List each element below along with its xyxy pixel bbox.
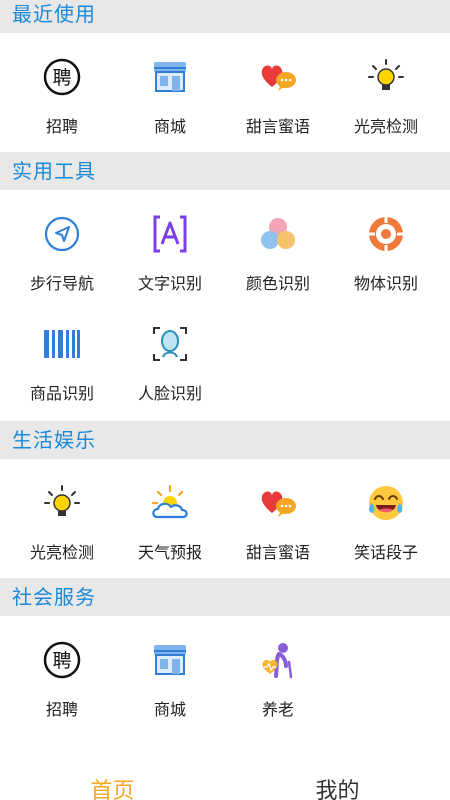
barcode-icon	[40, 322, 84, 366]
tile-joke[interactable]: 笑话段子	[330, 459, 442, 569]
tile-light-detect[interactable]: 光亮检测	[6, 459, 118, 569]
section-header-life: 生活娱乐	[0, 421, 450, 459]
sweet-talk-icon	[256, 55, 300, 99]
tile-label: 笑话段子	[353, 543, 418, 562]
tile-light-detect[interactable]: 光亮检测	[330, 33, 442, 143]
tile-label: 甜言蜜语	[245, 543, 310, 562]
text-recognition-icon	[148, 212, 192, 256]
recruit-icon: 聘	[40, 55, 84, 99]
tile-barcode[interactable]: 商品识别	[6, 300, 118, 410]
tile-weather[interactable]: 天气预报	[114, 459, 226, 569]
elderly-care-icon	[256, 638, 300, 682]
light-detect-icon	[40, 481, 84, 525]
tile-label: 光亮检测	[353, 117, 418, 136]
bottom-tab-bar: 首页 我的	[0, 768, 450, 800]
section-header-social: 社会服务	[0, 578, 450, 616]
recruit-icon: 聘	[40, 638, 84, 682]
tile-label: 物体识别	[353, 274, 418, 293]
section-header-recent: 最近使用	[0, 0, 450, 33]
tile-label: 商城	[153, 700, 186, 719]
tile-label: 招聘	[45, 700, 78, 719]
tile-navigation[interactable]: 步行导航	[6, 190, 118, 300]
tile-text-recognition[interactable]: 文字识别	[114, 190, 226, 300]
tile-label: 步行导航	[29, 274, 94, 293]
tile-label: 光亮检测	[29, 543, 94, 562]
tile-store[interactable]: 商城	[114, 616, 226, 726]
tile-sweet-talk[interactable]: 甜言蜜语	[222, 459, 334, 569]
tile-sweet-talk[interactable]: 甜言蜜语	[222, 33, 334, 143]
tile-store[interactable]: 商城	[114, 33, 226, 143]
color-recognition-icon	[256, 212, 300, 256]
tile-object-recognition[interactable]: 物体识别	[330, 190, 442, 300]
tile-face-recognition[interactable]: 人脸识别	[114, 300, 226, 410]
tile-label: 颜色识别	[245, 274, 310, 293]
tile-recruit[interactable]: 聘 招聘	[6, 616, 118, 726]
joke-icon	[364, 481, 408, 525]
tile-label: 甜言蜜语	[245, 117, 310, 136]
tile-recruit[interactable]: 聘 招聘	[6, 33, 118, 143]
tile-label: 文字识别	[137, 274, 202, 293]
tile-elderly-care[interactable]: 养老	[222, 616, 334, 726]
tile-label: 天气预报	[137, 543, 202, 562]
tile-label: 商城	[153, 117, 186, 136]
object-recognition-icon	[364, 212, 408, 256]
store-icon	[148, 638, 192, 682]
light-detect-icon	[364, 55, 408, 99]
store-icon	[148, 55, 192, 99]
tile-label: 商品识别	[29, 384, 94, 403]
tile-color-recognition[interactable]: 颜色识别	[222, 190, 334, 300]
face-recognition-icon	[148, 322, 192, 366]
tab-mine[interactable]: 我的	[225, 776, 450, 800]
recruit-glyph: 聘	[52, 650, 71, 672]
tools-page: 最近使用 聘 招聘 商城 甜言蜜语 光亮检测 实用工具 步行导航 文字识别 颜色…	[0, 0, 450, 800]
tile-label: 人脸识别	[137, 384, 202, 403]
tab-home[interactable]: 首页	[0, 776, 225, 800]
section-header-tools: 实用工具	[0, 152, 450, 190]
tile-label: 招聘	[45, 117, 78, 136]
navigation-icon	[40, 212, 84, 256]
sweet-talk-icon	[256, 481, 300, 525]
recruit-glyph: 聘	[52, 67, 71, 89]
weather-icon	[148, 481, 192, 525]
tile-label: 养老	[261, 700, 294, 719]
